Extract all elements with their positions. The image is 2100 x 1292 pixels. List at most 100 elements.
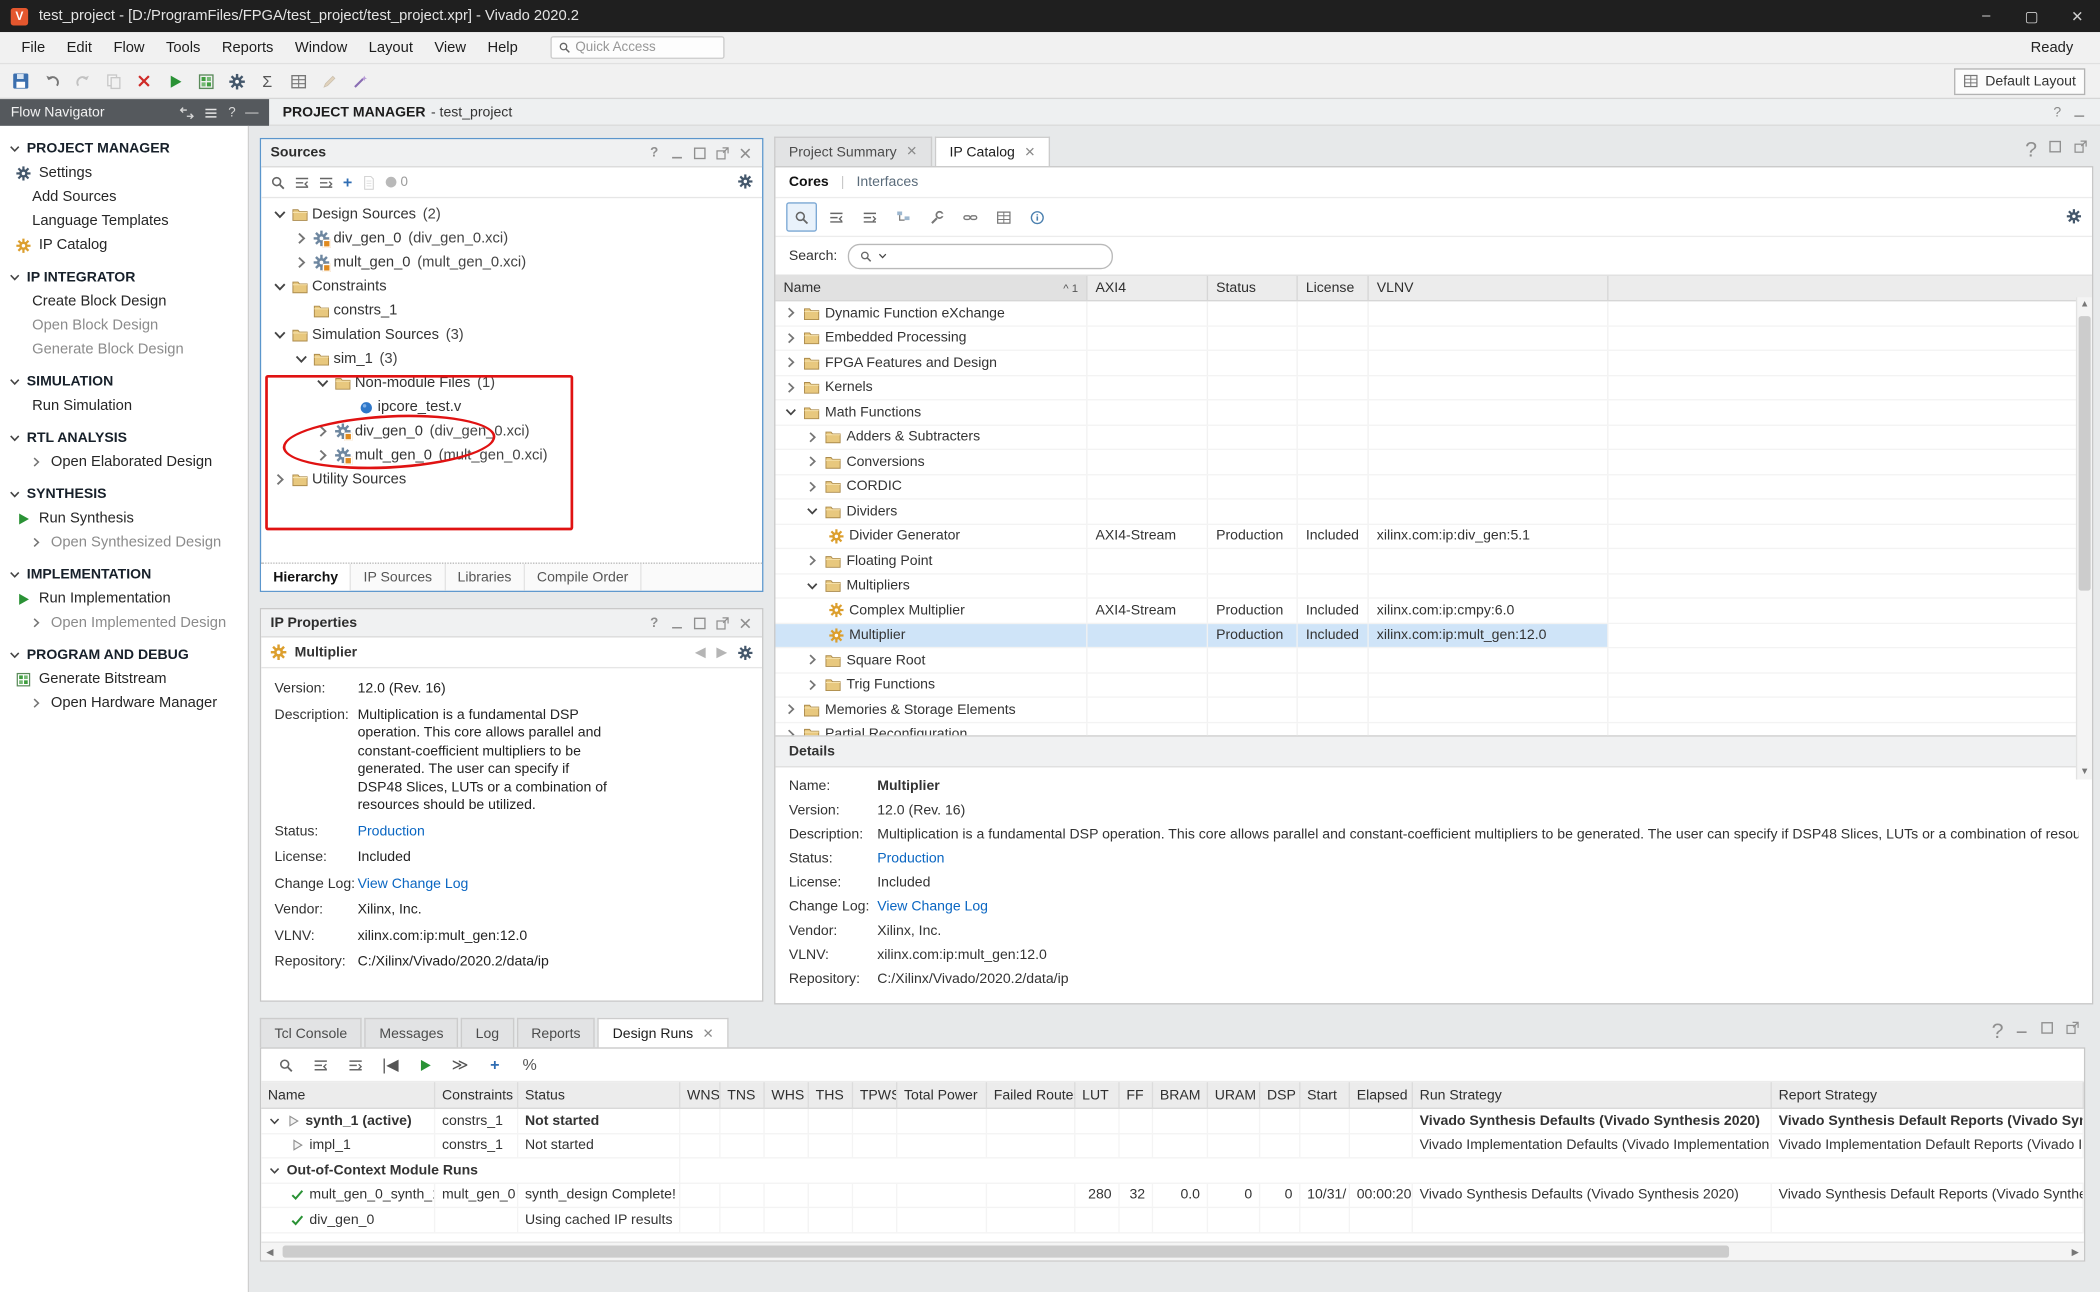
catalog-row[interactable]: Dividers xyxy=(775,500,2092,525)
column-vlnv[interactable]: VLNV xyxy=(1369,276,1609,300)
sidebar-item-open-elaborated-design[interactable]: Open Elaborated Design xyxy=(0,450,248,474)
collapse-all-button[interactable] xyxy=(307,1051,335,1078)
redo-button[interactable] xyxy=(68,68,96,95)
column-uram[interactable]: URAM xyxy=(1208,1082,1260,1107)
tab-hierarchy[interactable]: Hierarchy xyxy=(261,564,351,591)
step-forward-button[interactable]: ≫ xyxy=(446,1051,474,1078)
settings-gear-icon[interactable] xyxy=(2067,209,2082,224)
run-button[interactable] xyxy=(161,68,189,95)
subtab-interfaces[interactable]: Interfaces xyxy=(856,174,918,190)
close-icon[interactable]: ✕ xyxy=(906,145,917,160)
run-row-impl-1[interactable]: impl_1 constrs_1 Not started Vivado Impl… xyxy=(261,1134,2084,1159)
menu-window[interactable]: Window xyxy=(284,35,358,59)
section-rtl-analysis[interactable]: RTL ANALYSIS xyxy=(0,425,248,450)
menu-file[interactable]: File xyxy=(11,35,56,59)
sidebar-item-create-block-design[interactable]: Create Block Design xyxy=(0,289,248,313)
hierarchy-view-button[interactable] xyxy=(889,204,917,231)
vertical-scrollbar[interactable]: ▲ ▼ xyxy=(2076,297,2092,779)
settings-gear-icon[interactable] xyxy=(738,174,753,189)
customize-ip-button[interactable] xyxy=(923,204,951,231)
menu-reports[interactable]: Reports xyxy=(211,35,284,59)
create-run-button[interactable]: + xyxy=(481,1051,509,1078)
section-ip-integrator[interactable]: IP INTEGRATOR xyxy=(0,264,248,289)
tree-item-sim-1[interactable]: sim_1(3) xyxy=(261,347,762,371)
column-failed-routes[interactable]: Failed Routes xyxy=(987,1082,1075,1107)
scrollbar-thumb[interactable] xyxy=(283,1246,1729,1258)
catalog-row-divider-generator[interactable]: Divider Generator AXI4-StreamProductionI… xyxy=(775,524,2092,549)
menu-layout[interactable]: Layout xyxy=(358,35,424,59)
run-row-div-gen[interactable]: div_gen_0 Using cached IP results xyxy=(261,1208,2084,1233)
quick-access-search[interactable]: Quick Access xyxy=(550,36,724,59)
add-sources-icon[interactable]: + xyxy=(343,173,352,192)
menu-view[interactable]: View xyxy=(424,35,477,59)
catalog-row[interactable]: Square Root xyxy=(775,648,2092,673)
section-synthesis[interactable]: SYNTHESIS xyxy=(0,481,248,506)
section-simulation[interactable]: SIMULATION xyxy=(0,368,248,393)
subtab-cores[interactable]: Cores xyxy=(789,174,829,190)
catalog-row[interactable]: Adders & Subtracters xyxy=(775,425,2092,450)
tree-item-design-sources[interactable]: Design Sources(2) xyxy=(261,202,762,226)
catalog-row[interactable]: Floating Point xyxy=(775,549,2092,574)
menu-tools[interactable]: Tools xyxy=(155,35,211,59)
help-icon[interactable]: ? xyxy=(647,145,662,160)
catalog-row[interactable]: Multipliers xyxy=(775,574,2092,599)
catalog-row[interactable]: Kernels xyxy=(775,376,2092,401)
copy-button[interactable] xyxy=(99,68,127,95)
maximize-icon[interactable] xyxy=(692,615,707,630)
scroll-right-arrow[interactable]: ▶ xyxy=(2067,1243,2084,1260)
scroll-left-arrow[interactable]: ◀ xyxy=(261,1243,278,1260)
column-dsp[interactable]: DSP xyxy=(1260,1082,1300,1107)
settings-gear-icon[interactable] xyxy=(738,645,753,660)
sidebar-item-ip-catalog[interactable]: IP Catalog xyxy=(0,233,248,257)
collapse-all-icon[interactable] xyxy=(295,175,310,190)
close-icon[interactable]: ✕ xyxy=(1024,145,1035,160)
program-device-button[interactable] xyxy=(192,68,220,95)
column-axi4[interactable]: AXI4 xyxy=(1088,276,1209,300)
column-report-strategy[interactable]: Report Strategy xyxy=(1772,1082,2084,1107)
table-view-button[interactable] xyxy=(990,204,1018,231)
catalog-row[interactable]: Dynamic Function eXchange xyxy=(775,301,2092,326)
maximize-icon[interactable] xyxy=(2040,1021,2055,1036)
scrollbar-thumb[interactable] xyxy=(2079,316,2091,591)
help-icon[interactable]: ? xyxy=(2053,104,2061,120)
horizontal-scrollbar[interactable]: ◀ ▶ xyxy=(261,1242,2084,1261)
status-link[interactable]: Production xyxy=(358,823,425,841)
run-row-ooc-group[interactable]: Out-of-Context Module Runs xyxy=(261,1158,2084,1183)
catalog-row[interactable]: Conversions xyxy=(775,450,2092,475)
menu-edit[interactable]: Edit xyxy=(56,35,103,59)
tab-ip-sources[interactable]: IP Sources xyxy=(352,564,446,591)
column-bram[interactable]: BRAM xyxy=(1153,1082,1208,1107)
search-icon[interactable] xyxy=(271,175,286,190)
link-button[interactable] xyxy=(956,204,984,231)
maximize-button[interactable]: ▢ xyxy=(2009,0,2055,32)
details-change-log-link[interactable]: View Change Log xyxy=(877,899,2078,916)
section-implementation[interactable]: IMPLEMENTATION xyxy=(0,561,248,586)
minimize-icon[interactable] xyxy=(670,145,685,160)
column-total-power[interactable]: Total Power xyxy=(897,1082,987,1107)
column-start[interactable]: Start xyxy=(1300,1082,1350,1107)
float-icon[interactable] xyxy=(715,615,730,630)
catalog-row[interactable]: Math Functions xyxy=(775,400,2092,425)
help-icon[interactable]: ? xyxy=(647,615,662,630)
column-ff[interactable]: FF xyxy=(1120,1082,1153,1107)
reset-run-button[interactable]: |◀ xyxy=(376,1051,404,1078)
save-button[interactable] xyxy=(7,68,35,95)
percentage-toggle-button[interactable]: % xyxy=(516,1051,544,1078)
change-log-link[interactable]: View Change Log xyxy=(358,875,469,893)
minimize-button[interactable]: – xyxy=(1963,0,2009,32)
edit-button[interactable] xyxy=(315,68,343,95)
column-name[interactable]: Name^ 1 xyxy=(775,276,1087,300)
column-tns[interactable]: TNS xyxy=(721,1082,765,1107)
column-elapsed[interactable]: Elapsed xyxy=(1350,1082,1413,1107)
maximize-icon[interactable] xyxy=(2048,139,2063,154)
maximize-icon[interactable] xyxy=(692,145,707,160)
sidebar-item-open-hardware-manager[interactable]: Open Hardware Manager xyxy=(0,691,248,715)
catalog-search-input[interactable] xyxy=(848,243,1113,268)
undo-button[interactable] xyxy=(38,68,66,95)
tab-reports[interactable]: Reports xyxy=(517,1018,596,1047)
column-status[interactable]: Status xyxy=(1208,276,1298,300)
sidebar-item-run-synthesis[interactable]: Run Synthesis xyxy=(0,506,248,530)
run-row-mult-gen-synth[interactable]: mult_gen_0_synth_1 mult_gen_0 synth_desi… xyxy=(261,1183,2084,1208)
float-icon[interactable] xyxy=(2073,139,2088,154)
column-ths[interactable]: THS xyxy=(809,1082,853,1107)
